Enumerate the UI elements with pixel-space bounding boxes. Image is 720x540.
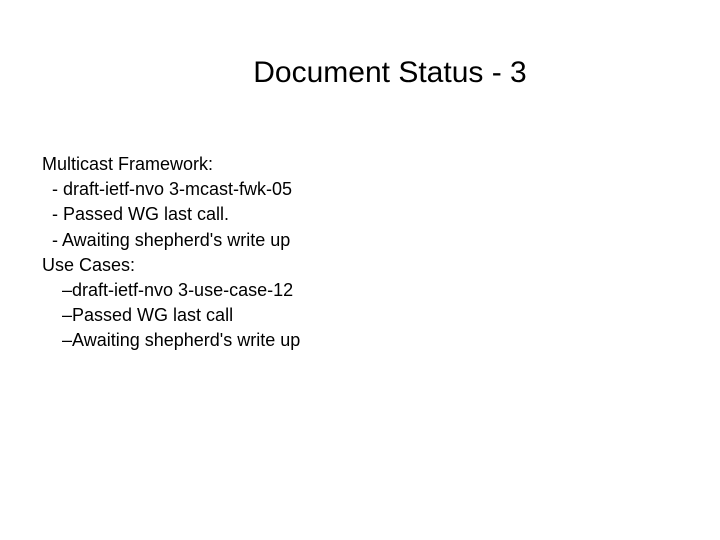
text-line: –draft-ietf-nvo 3-use-case-12 <box>42 278 720 303</box>
text-line: - Passed WG last call. <box>42 202 720 227</box>
slide: Document Status - 3 Multicast Framework:… <box>0 0 720 540</box>
text-line: - draft-ietf-nvo 3-mcast-fwk-05 <box>42 177 720 202</box>
text-line: - Awaiting shepherd's write up <box>42 228 720 253</box>
text-line: –Awaiting shepherd's write up <box>42 328 720 353</box>
content-body: Multicast Framework: - draft-ietf-nvo 3-… <box>42 152 720 354</box>
text-line: –Passed WG last call <box>42 303 720 328</box>
text-line: Multicast Framework: <box>42 152 720 177</box>
page-title: Document Status - 3 <box>60 56 720 90</box>
text-line: Use Cases: <box>42 253 720 278</box>
